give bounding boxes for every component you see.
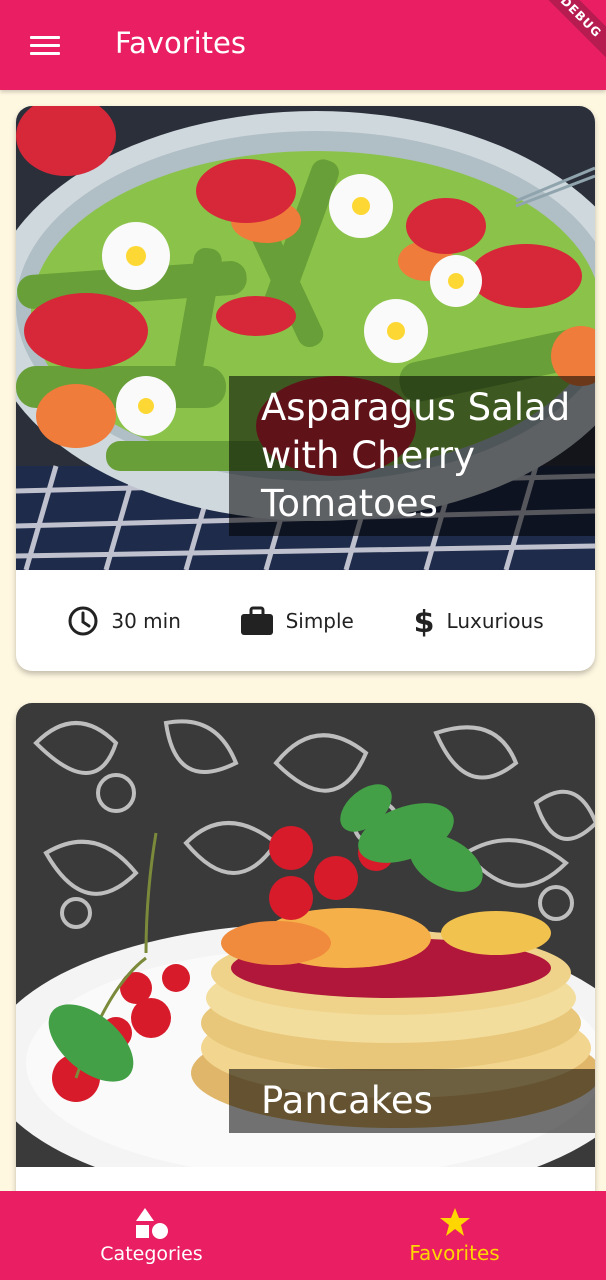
duration-info: 30 min — [67, 605, 181, 637]
complexity-info: Simple — [240, 606, 354, 636]
tab-favorites[interactable]: Favorites — [303, 1191, 606, 1280]
affordability-info: $ Luxurious — [413, 605, 544, 637]
affordability-text: Luxurious — [446, 608, 544, 633]
hamburger-menu-icon — [30, 31, 60, 60]
meal-title: Pancakes — [229, 1069, 595, 1133]
meal-card[interactable]: Asparagus Salad with Cherry Tomatoes 30 … — [16, 106, 595, 671]
menu-button[interactable] — [0, 0, 90, 90]
tab-label: Categories — [100, 1242, 203, 1265]
briefcase-icon — [240, 606, 273, 635]
meal-image-pancakes: Pancakes — [16, 703, 595, 1167]
bottom-navigation: Categories Favorites — [0, 1191, 606, 1280]
duration-text: 30 min — [111, 608, 181, 633]
tab-categories[interactable]: Categories — [0, 1191, 303, 1280]
page-title: Favorites — [115, 26, 246, 60]
app-bar: Favorites DEBUG — [0, 0, 606, 90]
favorites-list[interactable]: Asparagus Salad with Cherry Tomatoes 30 … — [0, 90, 606, 1191]
clock-icon — [68, 606, 98, 635]
meal-image-salad: Asparagus Salad with Cherry Tomatoes — [16, 106, 595, 570]
svg-text:$: $ — [413, 605, 434, 637]
debug-banner: DEBUG — [534, 0, 606, 64]
star-icon — [439, 1207, 470, 1236]
meal-card[interactable]: Pancakes — [16, 703, 595, 1191]
meal-title: Asparagus Salad with Cherry Tomatoes — [229, 376, 595, 536]
category-shapes-icon — [135, 1207, 168, 1239]
complexity-text: Simple — [285, 608, 354, 633]
dollar-icon: $ — [413, 605, 434, 637]
meal-info-row: 30 min Simple $ Luxurious — [16, 570, 595, 671]
tab-label: Favorites — [409, 1240, 500, 1265]
